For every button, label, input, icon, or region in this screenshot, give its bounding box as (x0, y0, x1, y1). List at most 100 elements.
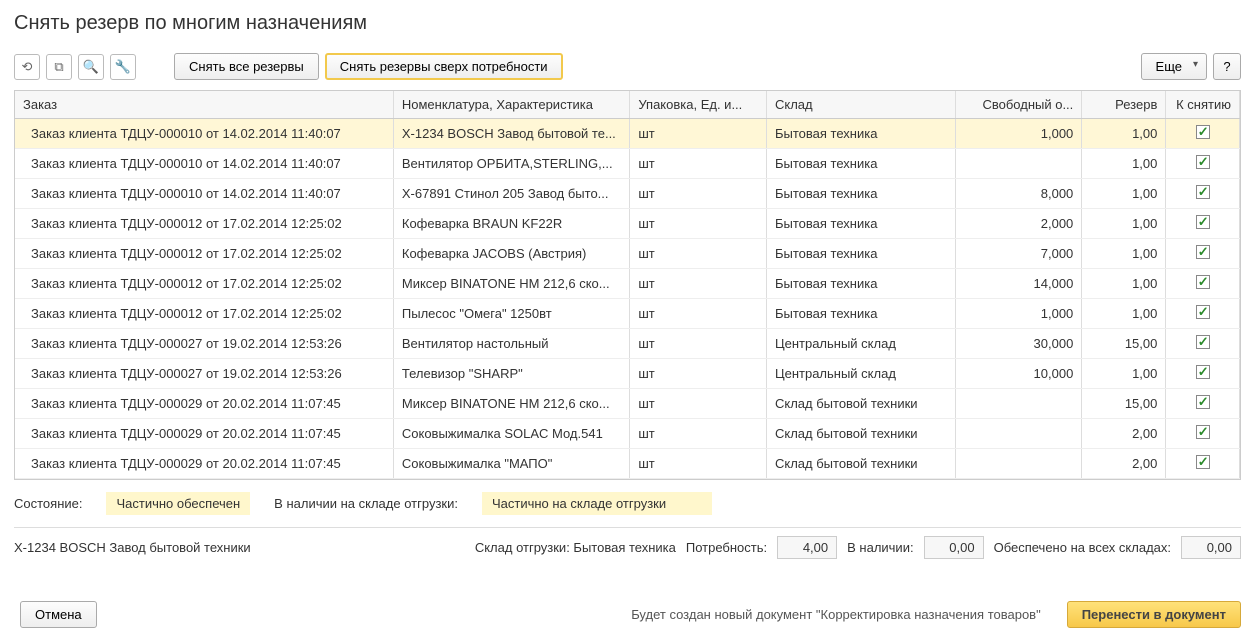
cell-chk[interactable] (1166, 419, 1240, 449)
cell-sklad: Склад бытовой техники (766, 389, 955, 419)
checkbox-icon[interactable] (1196, 245, 1210, 259)
col-order[interactable]: Заказ (15, 91, 393, 119)
help-button[interactable]: ? (1213, 53, 1241, 80)
checkbox-icon[interactable] (1196, 365, 1210, 379)
cell-free: 8,000 (956, 179, 1082, 209)
cell-unit: шт (630, 269, 767, 299)
checkbox-icon[interactable] (1196, 395, 1210, 409)
col-nomenclature[interactable]: Номенклатура, Характеристика (393, 91, 629, 119)
cell-nom: Х-1234 BOSCH Завод бытовой те... (393, 119, 629, 149)
cell-res: 1,00 (1082, 179, 1166, 209)
cell-free: 30,000 (956, 329, 1082, 359)
cell-sklad: Бытовая техника (766, 149, 955, 179)
cell-chk[interactable] (1166, 239, 1240, 269)
cell-order: Заказ клиента ТДЦУ-000012 от 17.02.2014 … (15, 299, 393, 329)
cell-free (956, 389, 1082, 419)
cell-chk[interactable] (1166, 329, 1240, 359)
settings-icon[interactable]: 🔧 (110, 54, 136, 80)
table-row[interactable]: Заказ клиента ТДЦУ-000010 от 14.02.2014 … (15, 119, 1240, 149)
search-icon[interactable]: 🔍 (78, 54, 104, 80)
col-reserve[interactable]: Резерв (1082, 91, 1166, 119)
cell-order: Заказ клиента ТДЦУ-000038 от 19.03.2014 … (15, 479, 393, 480)
cell-order: Заказ клиента ТДЦУ-000029 от 20.02.2014 … (15, 419, 393, 449)
cell-sklad: Бытовая техника (766, 299, 955, 329)
checkbox-icon[interactable] (1196, 155, 1210, 169)
all-label: Обеспечено на всех складах: (994, 540, 1171, 555)
cell-sklad: Бытовая техника (766, 119, 955, 149)
cell-chk[interactable] (1166, 119, 1240, 149)
cell-res: 1,00 (1082, 239, 1166, 269)
checkbox-icon[interactable] (1196, 215, 1210, 229)
table-row[interactable]: Заказ клиента ТДЦУ-000010 от 14.02.2014 … (15, 179, 1240, 209)
cell-chk[interactable] (1166, 269, 1240, 299)
cell-order: Заказ клиента ТДЦУ-000010 от 14.02.2014 … (15, 179, 393, 209)
cell-unit: шт (630, 479, 767, 480)
cell-res: 5,00 (1082, 479, 1166, 480)
remove-all-button[interactable]: Снять все резервы (174, 53, 319, 80)
cell-unit: шт (630, 239, 767, 269)
remove-excess-button[interactable]: Снять резервы сверх потребности (325, 53, 563, 80)
cell-sklad: Бытовая техника (766, 179, 955, 209)
table-row[interactable]: Заказ клиента ТДЦУ-000027 от 19.02.2014 … (15, 329, 1240, 359)
cell-nom: Соковыжималка "МАПО" (393, 449, 629, 479)
cell-free (956, 149, 1082, 179)
checkbox-icon[interactable] (1196, 185, 1210, 199)
footer: Отмена Будет создан новый документ "Корр… (14, 601, 1241, 628)
checkbox-icon[interactable] (1196, 335, 1210, 349)
cell-res: 1,00 (1082, 269, 1166, 299)
cancel-button[interactable]: Отмена (20, 601, 97, 628)
data-table: Заказ Номенклатура, Характеристика Упако… (14, 90, 1241, 480)
cell-chk[interactable] (1166, 299, 1240, 329)
col-check[interactable]: К снятию (1166, 91, 1240, 119)
col-sklad[interactable]: Склад (766, 91, 955, 119)
table-row[interactable]: Заказ клиента ТДЦУ-000029 от 20.02.2014 … (15, 389, 1240, 419)
cell-order: Заказ клиента ТДЦУ-000010 от 14.02.2014 … (15, 119, 393, 149)
cell-chk[interactable] (1166, 389, 1240, 419)
table-row[interactable]: Заказ клиента ТДЦУ-000029 от 20.02.2014 … (15, 449, 1240, 479)
cell-sklad: Центральный склад (766, 329, 955, 359)
icon-btn-refresh[interactable]: ⟲ (14, 54, 40, 80)
cell-nom: Миксер BINATONE HM 212,6 ско... (393, 269, 629, 299)
icon-btn-copy[interactable]: ⧉ (46, 54, 72, 80)
more-button[interactable]: Еще (1141, 53, 1207, 80)
cell-chk[interactable] (1166, 149, 1240, 179)
checkbox-icon[interactable] (1196, 455, 1210, 469)
table-row[interactable]: Заказ клиента ТДЦУ-000010 от 14.02.2014 … (15, 149, 1240, 179)
cell-chk[interactable] (1166, 449, 1240, 479)
cell-res: 1,00 (1082, 149, 1166, 179)
cell-sklad: Бытовая техника (766, 239, 955, 269)
table-row[interactable]: Заказ клиента ТДЦУ-000012 от 17.02.2014 … (15, 239, 1240, 269)
submit-button[interactable]: Перенести в документ (1067, 601, 1241, 628)
cell-nom: Кофеварка JACOBS (Австрия) (393, 239, 629, 269)
table-row[interactable]: Заказ клиента ТДЦУ-000027 от 19.02.2014 … (15, 359, 1240, 389)
checkbox-icon[interactable] (1196, 305, 1210, 319)
table-row[interactable]: Заказ клиента ТДЦУ-000012 от 17.02.2014 … (15, 269, 1240, 299)
table-row[interactable]: Заказ клиента ТДЦУ-000029 от 20.02.2014 … (15, 419, 1240, 449)
checkbox-icon[interactable] (1196, 125, 1210, 139)
cell-unit: шт (630, 359, 767, 389)
checkbox-icon[interactable] (1196, 275, 1210, 289)
table-row[interactable]: Заказ клиента ТДЦУ-000012 от 17.02.2014 … (15, 209, 1240, 239)
cell-chk[interactable] (1166, 359, 1240, 389)
table-row[interactable]: Заказ клиента ТДЦУ-000012 от 17.02.2014 … (15, 299, 1240, 329)
cell-unit: шт (630, 329, 767, 359)
summary-row: Х-1234 BOSCH Завод бытовой техники Склад… (14, 536, 1241, 559)
table-row[interactable]: Заказ клиента ТДЦУ-000038 от 19.03.2014 … (15, 479, 1240, 480)
col-unit[interactable]: Упаковка, Ед. и... (630, 91, 767, 119)
cell-free: 10,000 (956, 359, 1082, 389)
cell-sklad: Склад бытовой техники (766, 419, 955, 449)
cell-chk[interactable] (1166, 479, 1240, 480)
avail-label: В наличии: (847, 540, 913, 555)
cell-nom: Вентилятор ОРБИТА,STERLING,... (393, 149, 629, 179)
all-value: 0,00 (1181, 536, 1241, 559)
checkbox-icon[interactable] (1196, 425, 1210, 439)
divider (14, 527, 1241, 528)
cell-nom: Вентилятор настольный (393, 329, 629, 359)
col-free[interactable]: Свободный о... (956, 91, 1082, 119)
cell-chk[interactable] (1166, 179, 1240, 209)
cell-sklad: Бытовая техника (766, 269, 955, 299)
cell-chk[interactable] (1166, 209, 1240, 239)
cell-unit: шт (630, 149, 767, 179)
summary-sklad: Склад отгрузки: Бытовая техника (475, 540, 676, 555)
cell-free: 14,000 (956, 269, 1082, 299)
